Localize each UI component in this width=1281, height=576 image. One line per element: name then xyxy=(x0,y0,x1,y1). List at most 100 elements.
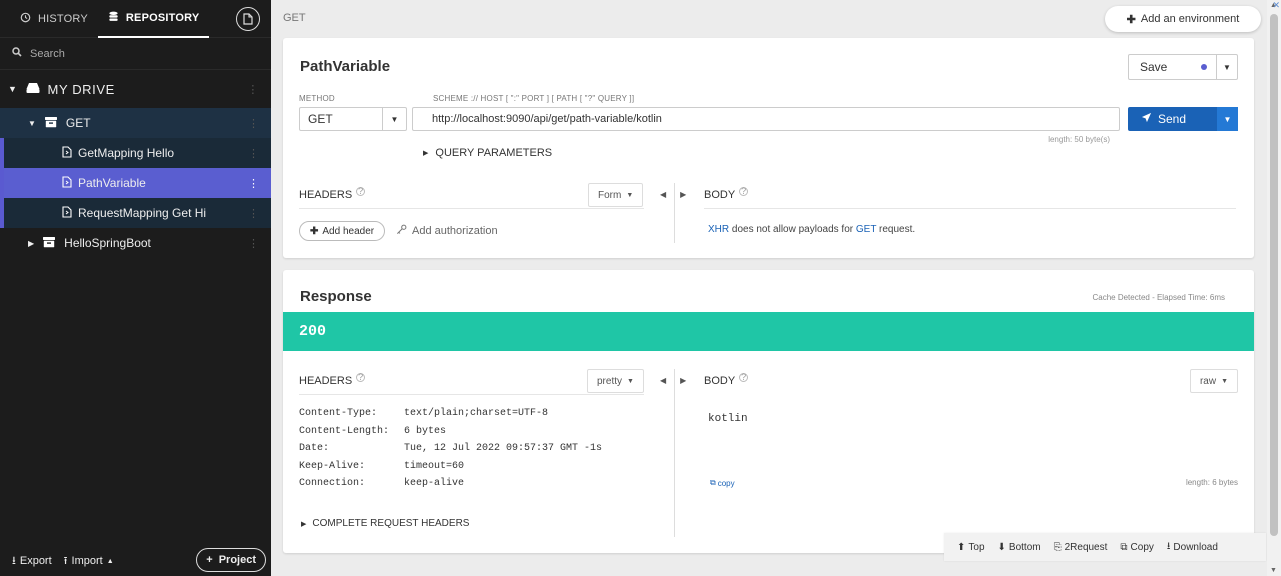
headers-mode-select[interactable]: Form ▼ xyxy=(588,183,644,207)
response-headers-label: HEADERS ? xyxy=(299,372,366,387)
get-link[interactable]: GET xyxy=(856,224,876,235)
caret-left-icon[interactable]: ◀ xyxy=(660,190,666,199)
add-header-button[interactable]: ✚ Add header xyxy=(299,221,386,241)
plus-icon: + xyxy=(206,554,213,566)
folder-get-label: GET xyxy=(65,116,91,130)
tab-history[interactable]: HISTORY xyxy=(0,0,88,38)
complete-request-headers-toggle[interactable]: ▶ COMPLETE REQUEST HEADERS xyxy=(301,518,469,529)
export-button[interactable]: ⭳ Export xyxy=(12,552,52,571)
chevron-down-icon[interactable]: ▼ xyxy=(1217,107,1238,131)
breadcrumb[interactable]: GET xyxy=(283,12,306,24)
kebab-icon[interactable]: ⋮ xyxy=(248,237,259,250)
scroll-down-arrow-icon[interactable]: ▼ xyxy=(1270,567,1277,574)
request-item-requestmapping-get-hi[interactable]: RequestMapping Get Hi ⋮ xyxy=(0,198,271,228)
caret-right-icon[interactable]: ▶ xyxy=(680,376,686,385)
divider xyxy=(299,208,644,209)
drive-label: MY DRIVE xyxy=(47,81,115,97)
kebab-icon[interactable]: ⋮ xyxy=(247,83,259,96)
help-icon[interactable]: ? xyxy=(356,186,366,196)
scrollbar-thumb[interactable] xyxy=(1270,14,1278,536)
divider xyxy=(299,394,644,395)
note-text: does not allow payloads for xyxy=(729,224,856,235)
vertical-scrollbar[interactable]: ▲ ▼ xyxy=(1267,0,1281,576)
kebab-icon[interactable]: ⋮ xyxy=(248,207,259,220)
drive-icon xyxy=(26,82,40,97)
request-item-getmapping-hello[interactable]: GetMapping Hello ⋮ xyxy=(0,138,271,168)
note-text-end: request. xyxy=(876,224,916,235)
header-row: Date: Tue, 12 Jul 2022 09:57:37 GMT -1s xyxy=(299,443,602,461)
xhr-link[interactable]: XHR xyxy=(708,224,729,235)
query-parameters-toggle[interactable]: ▶ QUERY PARAMETERS xyxy=(423,147,552,159)
sidebar-footer: ⭳ Export ⭱ Import ▲ + Project xyxy=(0,546,271,576)
save-button[interactable]: Save ▼ xyxy=(1128,54,1238,80)
document-icon xyxy=(243,13,253,25)
help-icon[interactable]: ? xyxy=(739,186,749,196)
send-label: Send xyxy=(1158,112,1187,126)
caret-down-icon: ▼ xyxy=(28,118,36,128)
header-value: keep-alive xyxy=(404,478,465,489)
arrow-up-circle-icon: ⬆ xyxy=(957,541,966,553)
to-request-label: 2Request xyxy=(1064,541,1108,553)
caret-left-icon[interactable]: ◀ xyxy=(660,376,666,385)
send-button[interactable]: Send ▼ xyxy=(1128,107,1238,131)
search-box[interactable]: Search xyxy=(0,38,271,70)
close-icon[interactable]: ✕ xyxy=(1272,0,1280,11)
method-select[interactable]: GET ▼ xyxy=(299,107,407,131)
caret-right-icon[interactable]: ▶ xyxy=(680,190,686,199)
response-body[interactable]: kotlin xyxy=(708,413,748,425)
upload-icon: ⭱ xyxy=(63,554,68,567)
to-request-button[interactable]: ⎘ 2Request xyxy=(1054,542,1108,553)
request-item-label: GetMapping Hello xyxy=(78,146,175,160)
copy-body-button[interactable]: ⧉ copy xyxy=(710,478,735,488)
add-authorization-label: Add authorization xyxy=(412,225,498,237)
help-icon[interactable]: ? xyxy=(739,372,749,382)
copy-icon: ⧉ xyxy=(710,478,716,487)
add-environment-button[interactable]: ✚ Add an environment xyxy=(1105,6,1261,32)
request-body-label: BODY ? xyxy=(704,186,749,201)
kebab-icon[interactable]: ⋮ xyxy=(248,147,259,160)
download-icon: ⭳ xyxy=(1166,540,1171,552)
search-input[interactable]: Search xyxy=(30,48,65,60)
tab-history-label: HISTORY xyxy=(38,12,88,25)
copy-button[interactable]: ⧉ Copy xyxy=(1120,542,1154,553)
import-label: Import xyxy=(71,555,103,567)
drive-row[interactable]: ▼ MY DRIVE ⋮ xyxy=(0,70,271,108)
new-document-button[interactable] xyxy=(236,7,260,31)
send-main[interactable]: Send xyxy=(1128,112,1217,126)
header-key: Content-Type: xyxy=(299,408,378,419)
request-title[interactable]: PathVariable xyxy=(300,58,390,75)
header-row: Keep-Alive: timeout=60 xyxy=(299,461,602,479)
body-length: length: 6 bytes xyxy=(1185,478,1238,487)
body-format-select[interactable]: raw ▼ xyxy=(1189,369,1238,393)
download-button[interactable]: ⭳ Download xyxy=(1167,539,1218,556)
header-value: text/plain;charset=UTF-8 xyxy=(404,408,549,419)
elapsed-time: Cache Detected - Elapsed Time: 6ms xyxy=(1092,293,1225,302)
header-key: Connection: xyxy=(299,478,366,489)
url-input[interactable]: http://localhost:9090/api/get/path-varia… xyxy=(412,107,1120,131)
import-button[interactable]: ⭱ Import ▲ xyxy=(64,552,114,571)
query-parameters-label: QUERY PARAMETERS xyxy=(435,147,553,159)
complete-request-headers-label: COMPLETE REQUEST HEADERS xyxy=(312,518,470,529)
headers-format-select[interactable]: pretty ▼ xyxy=(587,369,644,393)
scroll-bottom-button[interactable]: ⬇ Bottom xyxy=(998,542,1041,553)
response-body-label: BODY ? xyxy=(704,372,749,387)
key-icon xyxy=(396,224,407,238)
caret-right-icon: ▶ xyxy=(28,238,35,248)
tab-repository[interactable]: REPOSITORY xyxy=(97,0,210,38)
folder-get[interactable]: ▼ GET ⋮ xyxy=(0,108,271,138)
folder-hellospringboot[interactable]: ▶ HelloSpringBoot ⋮ xyxy=(0,228,271,258)
help-icon[interactable]: ? xyxy=(356,372,366,382)
download-label: Download xyxy=(1173,541,1218,553)
kebab-icon[interactable]: ⋮ xyxy=(248,177,259,190)
request-file-icon xyxy=(62,175,72,191)
header-row: Content-Type: text/plain;charset=UTF-8 xyxy=(299,408,602,426)
chevron-down-icon[interactable]: ▼ xyxy=(1216,55,1237,79)
scroll-top-button[interactable]: ⬆ Top xyxy=(957,542,985,553)
request-item-pathvariable[interactable]: PathVariable ⋮ xyxy=(0,168,271,198)
add-project-button[interactable]: + Project xyxy=(196,548,266,572)
url-hint: SCHEME :// HOST [ ":" PORT ] [ PATH [ "?… xyxy=(433,94,635,103)
add-authorization-button[interactable]: Add authorization xyxy=(396,224,498,238)
kebab-icon[interactable]: ⋮ xyxy=(248,117,259,130)
caret-down-icon: ▼ xyxy=(627,377,634,385)
sidebar: HISTORY REPOSITORY Search ▼ MY DRIVE ⋮ ▼… xyxy=(0,0,271,576)
